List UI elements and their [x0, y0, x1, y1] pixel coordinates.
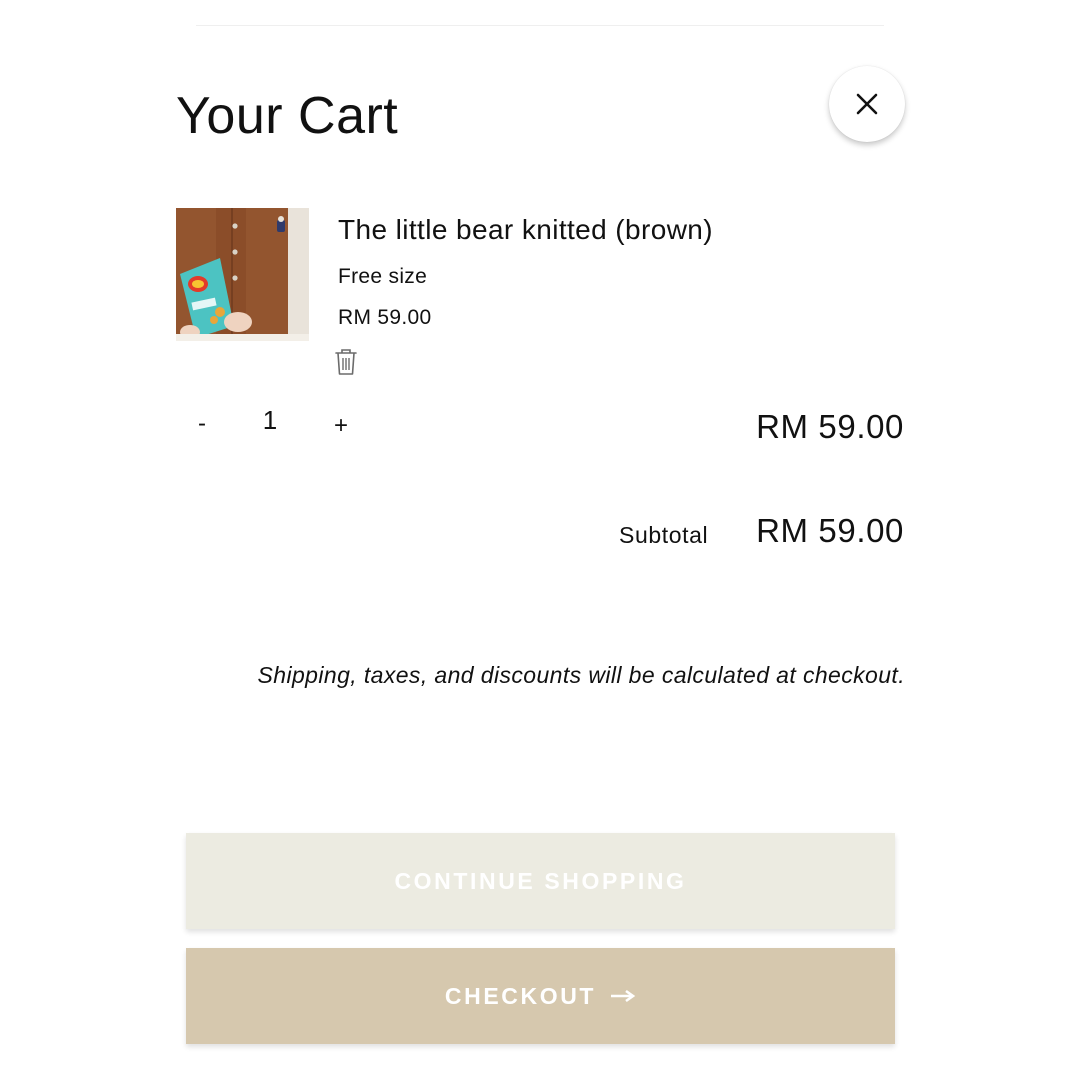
quantity-increase-button[interactable]: +: [328, 408, 354, 444]
trash-icon: [335, 349, 357, 375]
subtotal-value: RM 59.00: [756, 512, 904, 549]
checkout-button[interactable]: CHECKOUT: [186, 948, 895, 1044]
product-name[interactable]: The little bear knitted (brown): [338, 214, 713, 246]
close-icon: [856, 93, 878, 115]
quantity-value[interactable]: 1: [250, 402, 290, 438]
product-image: [176, 208, 309, 341]
remove-item-button[interactable]: [333, 347, 359, 377]
line-total: RM 59.00: [756, 408, 904, 445]
product-thumbnail[interactable]: [176, 208, 309, 341]
quantity-decrease-button[interactable]: -: [190, 406, 214, 442]
checkout-label: CHECKOUT: [444, 982, 597, 1009]
product-unit-price: RM 59.00: [338, 306, 432, 329]
top-divider: [196, 25, 884, 26]
arrow-right-icon: [610, 989, 636, 1003]
continue-shopping-button[interactable]: CONTINUE SHOPPING: [186, 833, 895, 929]
product-variant: Free size: [338, 265, 428, 288]
subtotal-label: Subtotal: [619, 522, 709, 548]
close-button[interactable]: [829, 66, 905, 142]
shipping-note: Shipping, taxes, and discounts will be c…: [257, 662, 905, 688]
continue-shopping-label: CONTINUE SHOPPING: [394, 867, 687, 894]
cart-title: Your Cart: [176, 87, 399, 145]
